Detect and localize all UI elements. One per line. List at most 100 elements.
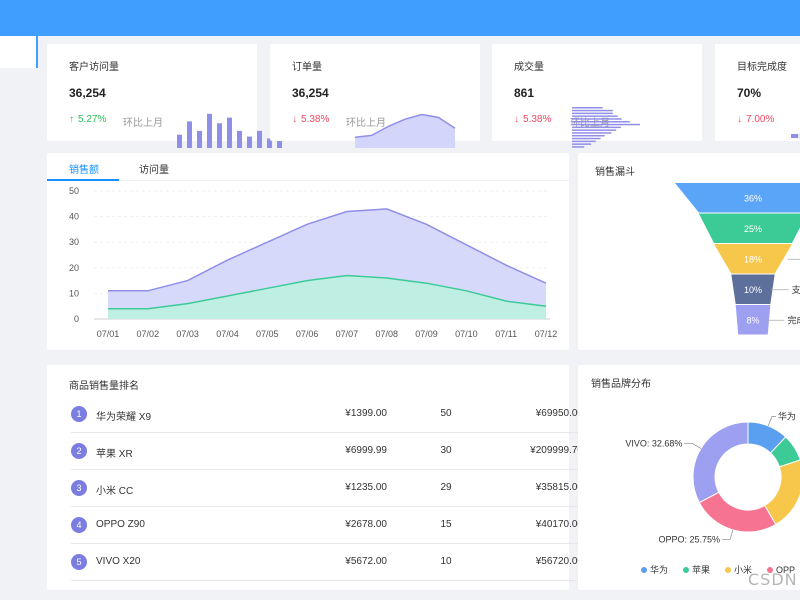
funnel-percent-label: 10% — [744, 285, 762, 295]
y-tick-label: 20 — [69, 263, 79, 273]
sidebar-active-item[interactable] — [0, 36, 38, 68]
product-name: 小米 CC — [96, 486, 134, 497]
kpi-value: 36,254 — [292, 86, 329, 100]
kpi-hbar-mark — [572, 129, 617, 131]
funnel-percent-label: 8% — [746, 315, 759, 325]
rank-badge: 4 — [71, 517, 87, 533]
kpi-card-visits: 客户访问量 36,254 ↑ 5.27% 环比上月 — [47, 44, 282, 148]
product-total: ¥69950.00 — [535, 408, 583, 419]
donut-leader-line — [684, 442, 702, 449]
legend-swatch — [641, 567, 647, 573]
x-tick-label: 07/11 — [495, 329, 517, 339]
kpi-bar-mark — [207, 113, 212, 148]
table-row[interactable]: 4 OPPO Z90 ¥2678.00 15 ¥40170.00 — [71, 507, 583, 544]
donut-label: OPPO: 25.75% — [659, 534, 721, 544]
tab-visits[interactable]: 访问量 — [139, 161, 169, 176]
product-qty: 10 — [440, 556, 452, 567]
kpi-bar-mark — [237, 130, 242, 148]
x-tick-label: 07/08 — [375, 329, 398, 339]
kpi-hbar-mark — [572, 109, 613, 112]
product-qty: 50 — [440, 408, 452, 419]
sales-funnel-chart: 36% 25% 18% 10% 支付 8% 完成 — [675, 183, 800, 335]
donut-slice — [692, 421, 749, 504]
funnel-percent-label: 25% — [744, 224, 762, 234]
x-tick-label: 07/05 — [256, 329, 279, 339]
arrow-up-icon: ↑ — [69, 114, 74, 125]
product-qty: 15 — [440, 519, 452, 530]
funnel-side-label: 完成 — [787, 314, 800, 325]
kpi-change: ↓ 5.38% — [514, 114, 551, 125]
kpi-card-target: 目标完成度 70% ↓ 7.00% — [715, 44, 800, 141]
arrow-down-icon: ↓ — [514, 114, 519, 125]
kpi-hbar-mark — [572, 126, 621, 129]
kpi-hbar-mark — [572, 112, 613, 115]
product-total: ¥209999.70 — [530, 445, 583, 456]
x-tick-label: 07/01 — [97, 329, 120, 339]
kpi-bar-mark — [227, 117, 232, 148]
kpi-hbar-mark — [572, 135, 605, 137]
table-row[interactable]: 3 小米 CC ¥1235.00 29 ¥35815.00 — [71, 470, 583, 507]
x-tick-label: 07/10 — [455, 329, 478, 339]
watermark: CSDN — [748, 570, 798, 589]
kpi-value: 36,254 — [69, 86, 106, 100]
kpi-hbar-mark — [572, 121, 630, 123]
table-row[interactable]: 2 苹果 XR ¥6999.99 30 ¥209999.70 — [71, 433, 583, 470]
kpi-bar-mark — [247, 136, 252, 148]
funnel-percent-label: 36% — [744, 193, 762, 203]
sales-tabs: 销售额 访问量 — [47, 153, 569, 181]
product-name: 华为荣耀 X9 — [96, 412, 152, 423]
kpi-change: ↓ 7.00% — [737, 114, 774, 125]
legend-label: 华为 — [650, 564, 668, 575]
kpi-change: ↓ 5.38% — [292, 114, 329, 125]
y-tick-label: 30 — [69, 237, 79, 247]
kpi-bar-mark — [177, 134, 182, 148]
kpi-hbar-mark — [572, 146, 585, 148]
x-tick-label: 07/12 — [535, 329, 558, 339]
kpi-bar-mark — [217, 123, 222, 148]
progress-fill — [791, 134, 798, 138]
donut-leader-line — [767, 416, 776, 427]
table-row[interactable]: 5 VIVO X20 ¥5672.00 10 ¥56720.00 — [71, 544, 583, 581]
funnel-percent-label: 18% — [744, 254, 762, 264]
product-price: ¥6999.99 — [345, 445, 387, 456]
funnel-side-label: 支付 — [792, 284, 800, 295]
x-tick-label: 07/03 — [176, 329, 199, 339]
funnel-segment — [675, 183, 800, 213]
kpi-change: ↑ 5.27% — [69, 114, 106, 125]
product-price: ¥1235.00 — [345, 482, 387, 493]
sales-area-chart: 0 10 20 30 40 50 07/01 07/02 07/03 07/04 07/05 07/0… — [69, 186, 558, 339]
product-price: ¥1399.00 — [345, 408, 387, 419]
y-tick-label: 50 — [69, 186, 79, 196]
y-tick-label: 0 — [74, 314, 79, 324]
sales-funnel-card: 销售漏斗 36%25%18%10%支付8%完成 — [578, 153, 800, 350]
product-qty: 30 — [440, 445, 452, 456]
kpi-hbar-mark — [572, 137, 601, 140]
tab-sales-amount[interactable]: 销售额 — [69, 161, 99, 176]
product-name: VIVO X20 — [96, 556, 141, 567]
sales-chart-card: 销售额 访问量 0 10 20 30 40 50 07/01 07/02 07/03 07/04 0… — [47, 153, 569, 350]
legend-swatch — [683, 567, 689, 573]
kpi-change-value: 7.00% — [746, 114, 775, 125]
kpi-mini-area-chart — [355, 113, 456, 148]
y-tick-label: 10 — [69, 288, 79, 298]
x-tick-label: 07/07 — [336, 329, 359, 339]
kpi-hbar-mark — [572, 140, 596, 143]
brand-donut-chart: 华为VIVO: 32.68%OPPO: 25.75%华为 苹果 小米 OPP — [625, 411, 800, 575]
x-tick-label: 07/06 — [296, 329, 319, 339]
kpi-bar-mark — [187, 121, 192, 148]
kpi-hbar-mark — [572, 107, 603, 109]
legend-label: 苹果 — [692, 564, 710, 575]
arrow-down-icon: ↓ — [292, 114, 297, 125]
arrow-down-icon: ↓ — [737, 114, 742, 125]
kpi-change-value: 5.38% — [523, 114, 552, 125]
kpi-compare-label: 环比上月 — [123, 118, 163, 129]
rank-badge: 3 — [71, 480, 87, 496]
table-row[interactable]: 1 华为荣耀 X9 ¥1399.00 50 ¥69950.00 — [71, 396, 583, 433]
product-total: ¥56720.00 — [535, 556, 583, 567]
kpi-card-deals: 成交量 861 ↓ 5.38% 环比上月 — [492, 44, 702, 148]
kpi-hbar-mark — [572, 132, 612, 134]
top-nav-bar — [0, 0, 800, 36]
donut-leader-line — [722, 529, 734, 540]
x-tick-label: 07/09 — [415, 329, 438, 339]
x-tick-label: 07/02 — [137, 329, 160, 339]
